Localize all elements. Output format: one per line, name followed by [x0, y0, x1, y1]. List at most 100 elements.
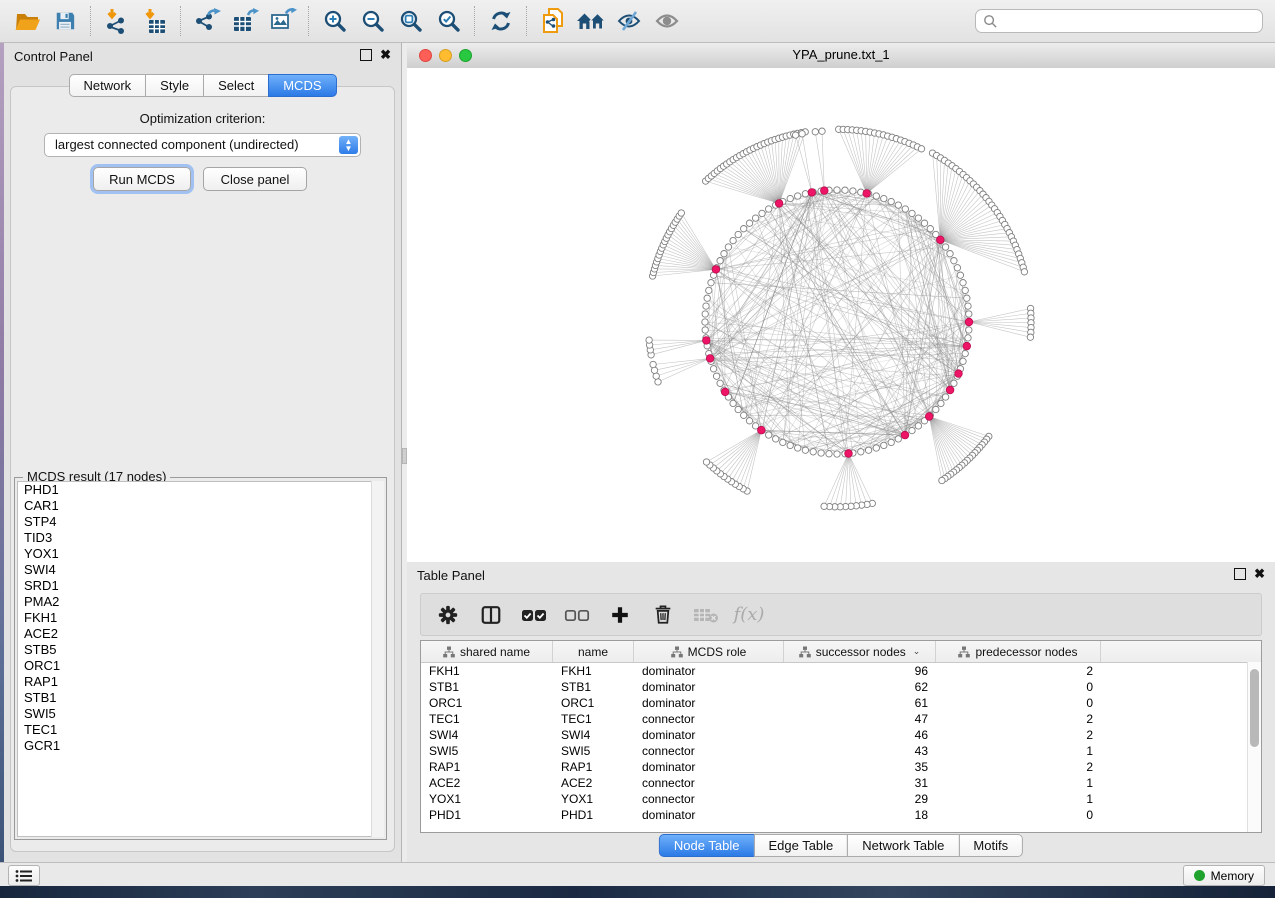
tab-edge-table[interactable]: Edge Table — [753, 834, 848, 857]
mcds-result-item[interactable]: GCR1 — [18, 738, 383, 754]
split-columns-icon[interactable] — [478, 602, 504, 628]
tab-network[interactable]: Network — [68, 74, 146, 97]
table-cell[interactable]: SWI4 — [553, 727, 634, 743]
node-table[interactable]: shared name name MCDS role successor nod… — [420, 640, 1262, 833]
table-body[interactable]: FKH1FKH1dominator962STB1STB1dominator620… — [421, 663, 1261, 823]
table-row[interactable]: TEC1TEC1connector472 — [421, 711, 1261, 727]
table-row[interactable]: PHD1PHD1dominator180 — [421, 807, 1261, 823]
close-panel-icon[interactable]: ✖ — [380, 50, 391, 60]
search-box[interactable] — [975, 9, 1263, 33]
table-cell[interactable]: FKH1 — [421, 663, 553, 679]
delete-column-icon[interactable] — [650, 602, 676, 628]
table-cell[interactable]: 96 — [784, 663, 936, 679]
table-cell[interactable]: TEC1 — [421, 711, 553, 727]
open-folder-icon[interactable] — [8, 3, 46, 39]
table-cell[interactable]: STB1 — [553, 679, 634, 695]
table-cell[interactable]: ORC1 — [421, 695, 553, 711]
mcds-result-item[interactable]: PHD1 — [18, 482, 383, 498]
table-cell[interactable]: TEC1 — [553, 711, 634, 727]
mcds-result-item[interactable]: TEC1 — [18, 722, 383, 738]
select-all-icon[interactable] — [521, 602, 547, 628]
refresh-layout-icon[interactable] — [482, 3, 520, 39]
table-cell[interactable]: connector — [634, 743, 784, 759]
table-cell[interactable]: YOX1 — [421, 791, 553, 807]
delete-table-icon[interactable] — [693, 602, 719, 628]
mcds-result-item[interactable]: SWI4 — [18, 562, 383, 578]
show-all-icon[interactable] — [648, 3, 686, 39]
column-header-successor-nodes[interactable]: successor nodes ⌄ — [784, 641, 936, 662]
table-row[interactable]: ORC1ORC1dominator610 — [421, 695, 1261, 711]
table-cell[interactable]: 0 — [936, 679, 1101, 695]
zoom-out-icon[interactable] — [354, 3, 392, 39]
table-cell[interactable]: 47 — [784, 711, 936, 727]
network-canvas[interactable] — [407, 68, 1275, 562]
table-cell[interactable]: 0 — [936, 695, 1101, 711]
zoom-selected-icon[interactable] — [430, 3, 468, 39]
table-cell[interactable]: ORC1 — [553, 695, 634, 711]
network-window-titlebar[interactable]: YPA_prune.txt_1 — [407, 43, 1275, 69]
deselect-all-icon[interactable] — [564, 602, 590, 628]
table-row[interactable]: SWI5SWI5connector431 — [421, 743, 1261, 759]
save-icon[interactable] — [46, 3, 84, 39]
mcds-result-item[interactable]: ORC1 — [18, 658, 383, 674]
table-cell[interactable]: SWI5 — [553, 743, 634, 759]
table-cell[interactable]: dominator — [634, 759, 784, 775]
tab-motifs[interactable]: Motifs — [958, 834, 1023, 857]
function-builder-icon[interactable]: f(x) — [736, 602, 762, 628]
table-row[interactable]: STB1STB1dominator620 — [421, 679, 1261, 695]
criterion-dropdown[interactable]: largest connected component (undirected)… — [44, 133, 361, 157]
clone-network-icon[interactable] — [534, 3, 572, 39]
table-cell[interactable]: 62 — [784, 679, 936, 695]
mcds-result-item[interactable]: YOX1 — [18, 546, 383, 562]
table-cell[interactable]: connector — [634, 711, 784, 727]
gear-icon[interactable] — [435, 602, 461, 628]
table-cell[interactable]: 2 — [936, 759, 1101, 775]
search-input[interactable] — [998, 11, 1262, 31]
table-cell[interactable]: 35 — [784, 759, 936, 775]
mcds-result-item[interactable]: STB1 — [18, 690, 383, 706]
table-cell[interactable]: RAP1 — [553, 759, 634, 775]
table-scrollbar-thumb[interactable] — [1250, 669, 1259, 747]
hide-selected-icon[interactable] — [610, 3, 648, 39]
table-row[interactable]: RAP1RAP1dominator352 — [421, 759, 1261, 775]
table-row[interactable]: FKH1FKH1dominator962 — [421, 663, 1261, 679]
table-cell[interactable]: dominator — [634, 727, 784, 743]
tab-network-table[interactable]: Network Table — [847, 834, 959, 857]
mcds-result-item[interactable]: RAP1 — [18, 674, 383, 690]
tab-select[interactable]: Select — [203, 74, 269, 97]
table-cell[interactable]: 61 — [784, 695, 936, 711]
mcds-result-item[interactable]: CAR1 — [18, 498, 383, 514]
tab-node-table[interactable]: Node Table — [659, 834, 755, 857]
export-image-icon[interactable] — [264, 3, 302, 39]
table-cell[interactable]: dominator — [634, 679, 784, 695]
table-cell[interactable]: dominator — [634, 695, 784, 711]
table-cell[interactable]: 1 — [936, 775, 1101, 791]
column-header-shared-name[interactable]: shared name — [421, 641, 553, 662]
table-cell[interactable]: SWI5 — [421, 743, 553, 759]
mcds-result-item[interactable]: PMA2 — [18, 594, 383, 610]
table-cell[interactable]: dominator — [634, 663, 784, 679]
table-cell[interactable]: connector — [634, 791, 784, 807]
column-header-mcds-role[interactable]: MCDS role — [634, 641, 784, 662]
table-cell[interactable]: 0 — [936, 807, 1101, 823]
close-panel-button[interactable]: Close panel — [203, 167, 307, 191]
table-row[interactable]: YOX1YOX1connector291 — [421, 791, 1261, 807]
float-table-panel-icon[interactable] — [1234, 568, 1246, 580]
table-scrollbar[interactable] — [1247, 662, 1261, 832]
table-cell[interactable]: 1 — [936, 743, 1101, 759]
table-cell[interactable]: dominator — [634, 807, 784, 823]
table-cell[interactable]: PHD1 — [421, 807, 553, 823]
table-cell[interactable]: 46 — [784, 727, 936, 743]
zoom-in-icon[interactable] — [316, 3, 354, 39]
column-header-predecessor-nodes[interactable]: predecessor nodes — [936, 641, 1101, 662]
table-cell[interactable]: RAP1 — [421, 759, 553, 775]
export-network-icon[interactable] — [188, 3, 226, 39]
table-cell[interactable]: 1 — [936, 791, 1101, 807]
task-history-button[interactable] — [8, 865, 40, 886]
run-mcds-button[interactable]: Run MCDS — [93, 167, 191, 191]
close-table-panel-icon[interactable]: ✖ — [1254, 569, 1265, 579]
mcds-result-item[interactable]: FKH1 — [18, 610, 383, 626]
table-cell[interactable]: 43 — [784, 743, 936, 759]
table-cell[interactable]: YOX1 — [553, 791, 634, 807]
table-cell[interactable]: 31 — [784, 775, 936, 791]
